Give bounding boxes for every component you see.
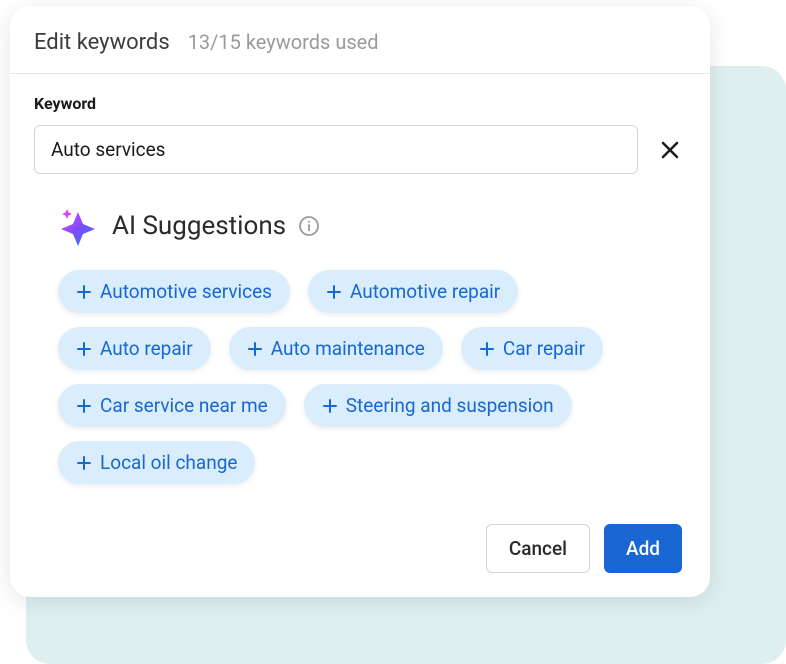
dialog-body: Keyword xyxy=(10,74,710,597)
add-button[interactable]: Add xyxy=(604,524,682,573)
suggestion-chip[interactable]: Steering and suspension xyxy=(304,384,572,427)
dialog-footer: Cancel Add xyxy=(34,524,686,573)
suggestion-chip[interactable]: Local oil change xyxy=(58,441,255,484)
keyword-input[interactable] xyxy=(34,125,638,174)
suggestions-title: AI Suggestions xyxy=(112,211,286,241)
chip-label: Automotive services xyxy=(100,280,272,303)
dialog-header: Edit keywords 13/15 keywords used xyxy=(10,6,710,74)
chip-label: Car repair xyxy=(503,337,585,360)
suggestions-header: AI Suggestions xyxy=(34,206,686,246)
info-icon[interactable] xyxy=(298,215,320,237)
suggestion-chip[interactable]: Car service near me xyxy=(58,384,286,427)
clear-button[interactable] xyxy=(654,134,686,166)
cancel-button[interactable]: Cancel xyxy=(486,524,590,573)
plus-icon xyxy=(76,398,92,414)
suggestion-chip[interactable]: Auto maintenance xyxy=(229,327,443,370)
suggestion-chip[interactable]: Automotive repair xyxy=(308,270,518,313)
chip-label: Car service near me xyxy=(100,394,268,417)
plus-icon xyxy=(247,341,263,357)
suggestion-chip[interactable]: Auto repair xyxy=(58,327,211,370)
dialog-title: Edit keywords xyxy=(34,30,170,55)
sparkle-icon xyxy=(58,206,98,246)
plus-icon xyxy=(322,398,338,414)
chip-label: Auto repair xyxy=(100,337,193,360)
chip-label: Steering and suspension xyxy=(346,394,554,417)
plus-icon xyxy=(479,341,495,357)
plus-icon xyxy=(76,455,92,471)
chip-label: Local oil change xyxy=(100,451,237,474)
suggestion-chip[interactable]: Car repair xyxy=(461,327,603,370)
keyword-count: 13/15 keywords used xyxy=(188,30,379,54)
plus-icon xyxy=(76,284,92,300)
input-row xyxy=(34,125,686,174)
close-icon xyxy=(658,138,682,162)
plus-icon xyxy=(76,341,92,357)
suggestions-chips: Automotive services Automotive repair Auto… xyxy=(34,270,686,484)
edit-keywords-dialog: Edit keywords 13/15 keywords used Keywor… xyxy=(10,6,710,597)
chip-label: Auto maintenance xyxy=(271,337,425,360)
suggestion-chip[interactable]: Automotive services xyxy=(58,270,290,313)
plus-icon xyxy=(326,284,342,300)
chip-label: Automotive repair xyxy=(350,280,500,303)
keyword-field-label: Keyword xyxy=(34,94,686,113)
